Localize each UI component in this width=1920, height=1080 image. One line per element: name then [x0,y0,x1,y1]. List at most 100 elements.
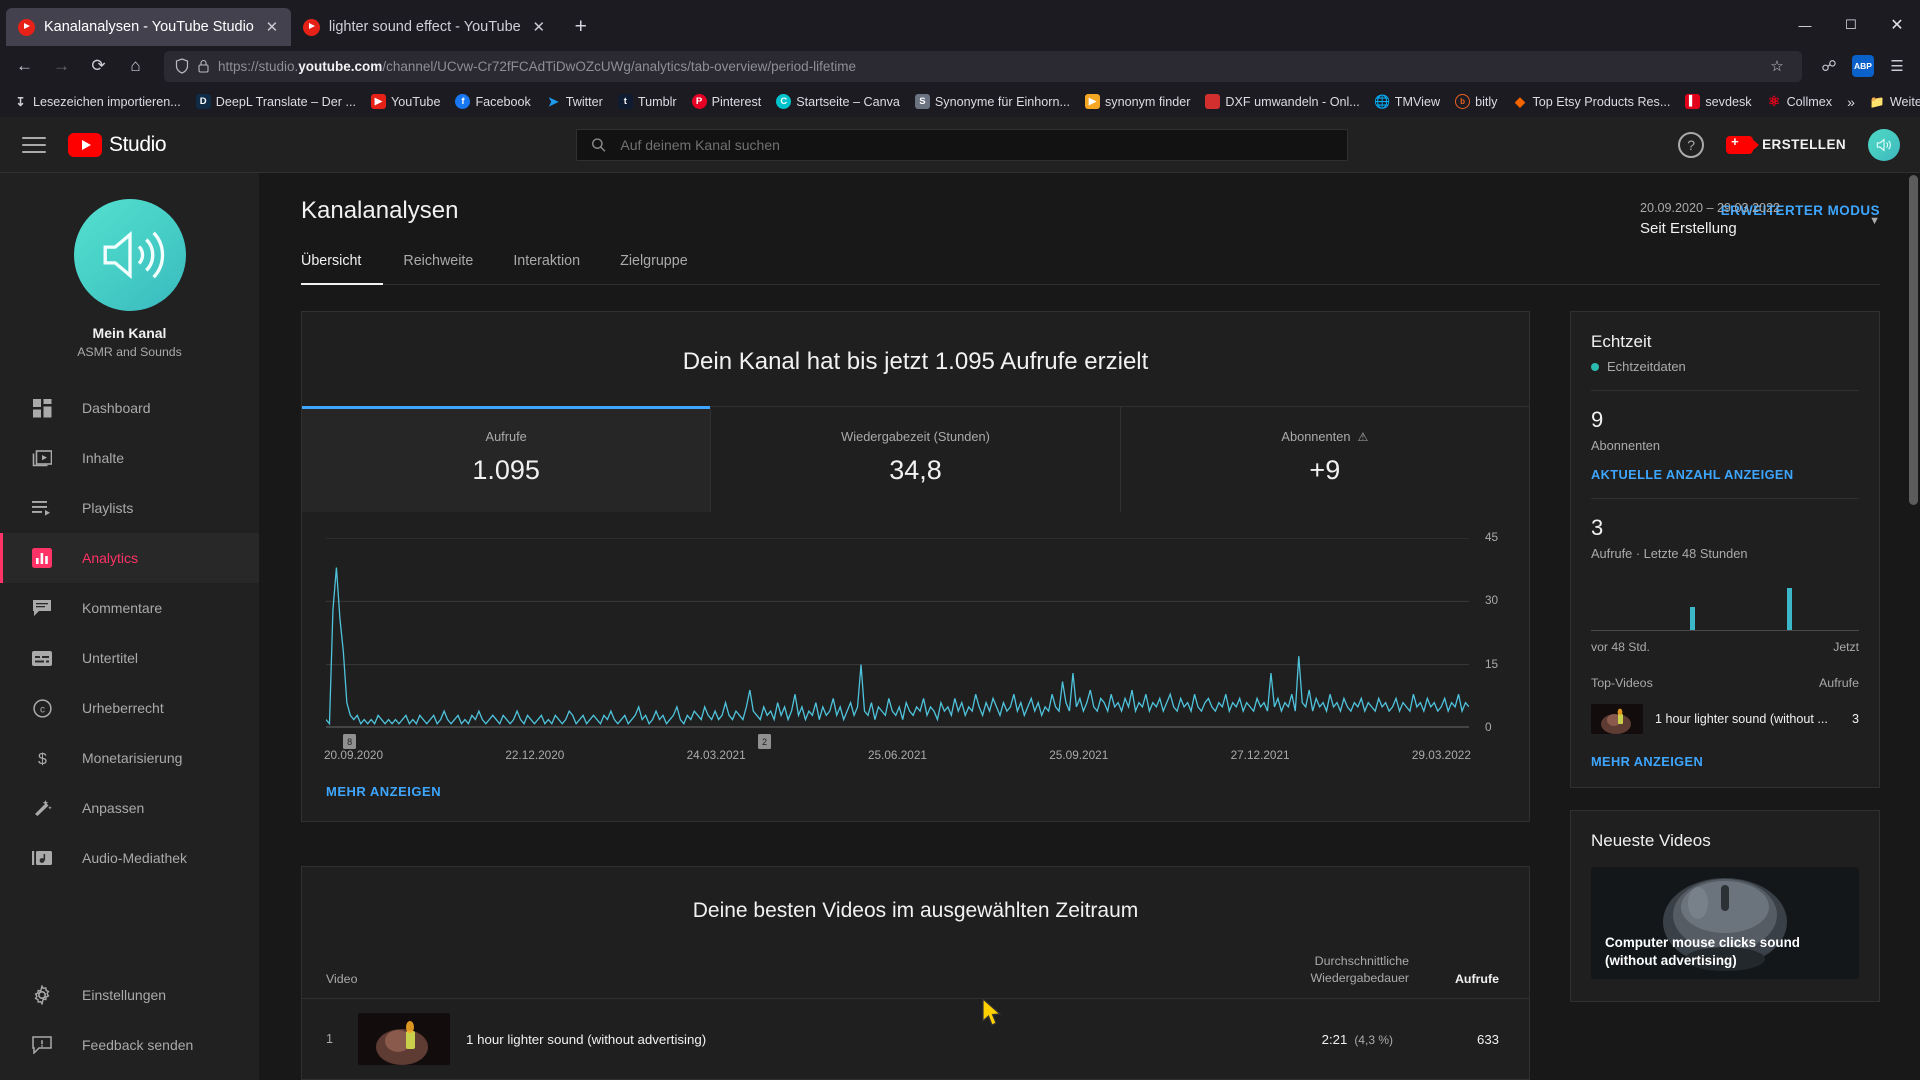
minimize-button[interactable]: — [1782,8,1828,42]
bookmark-item[interactable]: ▍ sevdesk [1679,91,1757,112]
views-chart[interactable]: 0 15 30 45 82 [302,512,1529,749]
bookmark-item[interactable]: DXF umwandeln - Onl... [1199,91,1365,112]
chart-x-tick: 25.06.2021 [867,748,927,762]
sidebar-item-playlists[interactable]: Playlists [0,483,259,533]
bookmark-item[interactable]: 🌐 TMView [1369,91,1446,112]
bookmark-item[interactable]: D DeepL Translate – Der ... [190,91,362,112]
realtime-more-link[interactable]: MEHR ANZEIGEN [1591,754,1859,769]
scrollbar[interactable] [1906,173,1920,1080]
left-column: Dein Kanal hat bis jetzt 1.095 Aufrufe e… [301,311,1530,1080]
metric-abonnenten[interactable]: Abonnenten ⚠ +9 [1120,407,1529,512]
bookmark-item[interactable]: ➤ Twitter [540,91,609,112]
new-tab-button[interactable]: + [564,10,598,44]
list-item[interactable]: 1 hour lighter sound (without ... 3 [1591,704,1859,734]
sidebar-item-anpassen[interactable]: Anpassen [0,783,259,833]
gear-icon [30,983,54,1007]
show-current-count-link[interactable]: AKTUELLE ANZAHL ANZEIGEN [1591,467,1859,482]
channel-avatar[interactable] [73,199,186,311]
bookmarks-overflow-icon[interactable]: » [1841,94,1861,110]
maximize-button[interactable]: ☐ [1828,8,1874,42]
deepl-icon: D [195,94,211,109]
chart-annotation-marker[interactable]: 2 [758,734,772,749]
tab-ubersicht[interactable]: Übersicht [301,253,384,285]
help-icon[interactable]: ? [1678,131,1705,158]
sidebar-item-analytics[interactable]: Analytics [0,533,259,583]
bookmark-item[interactable]: C Startseite – Canva [770,91,906,112]
analytics-tabs: Übersicht Reichweite Interaktion Zielgru… [301,201,1880,285]
sidebar-item-inhalte[interactable]: Inhalte [0,433,259,483]
chart-more-link[interactable]: MEHR ANZEIGEN [302,762,1529,821]
sidebar-item-urheberrecht[interactable]: c Urheberrecht [0,683,259,733]
globe-icon: 🌐 [1374,93,1391,109]
sidebar-item-untertitel[interactable]: Untertitel [0,633,259,683]
bookmark-item[interactable]: ↧ Lesezeichen importieren... [7,91,187,112]
search-input[interactable] [620,136,1333,153]
sidebar-item-label: Audio-Mediathek [82,850,188,866]
sidebar-item-label: Urheberrecht [82,700,164,716]
close-icon[interactable]: ✕ [263,18,281,36]
sidebar-item-audio-mediathek[interactable]: Audio-Mediathek [0,833,259,883]
reload-icon[interactable]: ⟳ [82,50,115,82]
menu-icon[interactable]: ☰ [1882,51,1912,81]
analytics-icon [30,546,54,570]
avatar[interactable] [1868,128,1900,161]
search-icon [592,137,606,152]
search-box[interactable] [576,128,1348,161]
channel-name: Mein Kanal [92,325,167,341]
sidebar-item-kommentare[interactable]: Kommentare [0,583,259,633]
sidebar-item-dashboard[interactable]: Dashboard [0,383,259,433]
browser-tab-0[interactable]: Kanalanalysen - YouTube Studio ✕ [6,8,291,46]
bookmark-item[interactable]: f Facebook [449,91,536,112]
scrollbar-thumb[interactable] [1909,175,1918,505]
top-videos-header: Video Durchschnittliche Wiedergabedauer … [302,953,1529,1000]
bookmark-item[interactable]: ▶ YouTube [365,91,447,112]
tab-interaktion[interactable]: Interaktion [493,253,600,284]
navigation-bar: ← → ⟳ ⌂ https://studio.youtube.com/chann… [0,46,1920,86]
youtube-studio-logo[interactable]: Studio [68,132,167,157]
latest-videos-card: Neueste Videos Computer mouse clicks sou… [1570,810,1880,1002]
close-icon[interactable]: ✕ [530,18,548,36]
bookmark-item[interactable]: ▶ synonym finder [1079,91,1196,112]
youtube-icon [18,18,35,36]
bookmark-item[interactable]: S Synonyme für Einhorn... [909,91,1076,112]
latest-video-thumbnail[interactable]: Computer mouse clicks sound (without adv… [1591,867,1859,979]
chart-canvas [326,538,1469,728]
collmex-icon: ⚛ [1767,93,1781,109]
chart-x-tick: 20.09.2020 [324,748,384,762]
sidebar-item-label: Untertitel [82,650,139,666]
sidebar-item-einstellungen[interactable]: Einstellungen [0,970,259,1020]
forward-icon[interactable]: → [45,50,78,82]
tab-reichweite[interactable]: Reichweite [383,253,493,284]
hamburger-menu-icon[interactable] [22,136,46,153]
table-row[interactable]: 1 1 hour lighter sound (without advertis… [302,999,1529,1079]
home-icon[interactable]: ⌂ [119,50,152,82]
pocket-icon[interactable]: ☍ [1814,51,1844,81]
chart-annotation-marker[interactable]: 8 [343,734,357,749]
address-bar[interactable]: https://studio.youtube.com/channel/UCvw-… [164,50,1802,82]
account-icon[interactable]: ABP [1848,51,1878,81]
sidebar-item-label: Monetarisierung [82,750,183,766]
metric-aufrufe[interactable]: Aufrufe 1.095 [302,406,712,512]
axis-left: vor 48 Std. [1591,640,1650,654]
date-range-selector[interactable]: 20.09.2020 – 29.03.2022 Seit Erstellung … [1640,201,1880,237]
window-controls: — ☐ ✕ [1782,8,1920,42]
row-rank: 1 [326,1032,334,1047]
metric-wiedergabezeit[interactable]: Wiedergabezeit (Stunden) 34,8 [711,407,1121,512]
video-thumbnail [358,1013,450,1066]
tab-zielgruppe[interactable]: Zielgruppe [600,253,708,284]
live-dot-icon [1591,362,1599,371]
bookmark-item[interactable]: b bitly [1449,91,1503,112]
bookmark-item[interactable]: ⚛ Collmex [1761,91,1839,112]
bookmark-item[interactable]: P Pinterest [686,91,768,112]
back-icon[interactable]: ← [8,50,41,82]
bookmark-star-icon[interactable]: ☆ [1763,57,1791,75]
sidebar-item-monetarisierung[interactable]: $ Monetarisierung [0,733,259,783]
sidebar-item-feedback[interactable]: Feedback senden [0,1020,259,1070]
browser-tab-1[interactable]: lighter sound effect - YouTube ✕ [291,8,558,46]
bookmark-item[interactable]: ◆ Top Etsy Products Res... [1506,91,1676,112]
window-close-button[interactable]: ✕ [1874,8,1920,42]
chevron-down-icon[interactable]: ▼ [1869,215,1880,227]
bookmark-item[interactable]: t Tumblr [612,91,683,112]
create-button[interactable]: ERSTELLEN [1726,134,1846,154]
other-bookmarks-folder[interactable]: 📁 Weitere Lesezeichen [1864,91,1920,112]
